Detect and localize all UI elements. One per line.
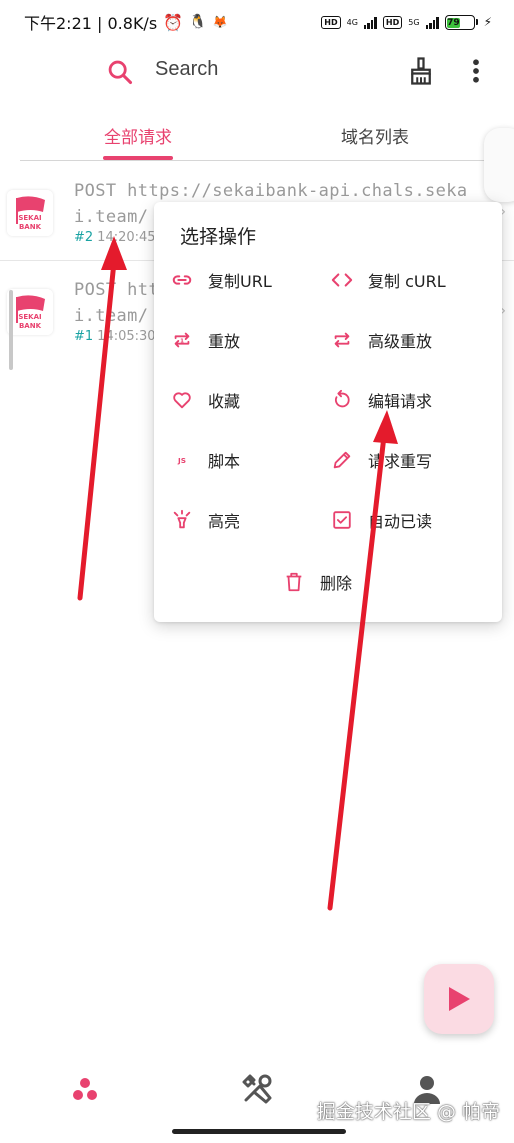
trash-icon	[282, 570, 306, 594]
search-input[interactable]: Search	[155, 58, 218, 81]
hd-badge: HD	[321, 15, 341, 29]
search-icon[interactable]	[106, 58, 134, 86]
network-type: 4G	[346, 17, 358, 27]
status-bar: 下午2:21 | 0.8K/s ⏰ 🐧 🦊 HD 4G HD 5G 79 ⚡	[0, 0, 514, 44]
pencil-icon	[330, 448, 354, 472]
battery-icon: 79	[444, 14, 478, 30]
action-label: 自动已读	[368, 512, 433, 531]
request-time: 14:20:45	[97, 230, 156, 245]
dialog-title: 选择操作	[180, 226, 257, 248]
tabs-divider	[20, 160, 500, 161]
edit-request-icon	[330, 388, 354, 412]
request-time: 14:05:30	[97, 329, 156, 344]
svg-text:BANK: BANK	[19, 322, 42, 330]
action-label: 请求重写	[368, 452, 433, 471]
status-time: 下午2:21 | 0.8K/s	[24, 14, 158, 33]
watermark: 掘金技术社区 @ 帕帝	[316, 1101, 500, 1123]
play-icon	[449, 987, 470, 1011]
request-meta: #1 14:05:30	[74, 329, 156, 344]
top-bar: Search	[0, 44, 514, 100]
js-icon: JS	[170, 448, 194, 472]
svg-text:SEKAI: SEKAI	[18, 214, 41, 222]
action-favorite[interactable]: 收藏	[170, 385, 240, 415]
nav-requests-icon[interactable]	[68, 1072, 102, 1106]
battery-level: 79	[447, 18, 460, 28]
request-number: #1	[74, 329, 94, 344]
scrollbar[interactable]	[9, 290, 13, 370]
action-label: 重放	[208, 332, 241, 351]
tab-all-requests[interactable]: 全部请求	[86, 110, 190, 160]
action-label: 高亮	[208, 512, 241, 531]
action-copy-curl[interactable]: 复制 cURL	[330, 265, 446, 295]
action-label: 脚本	[208, 452, 241, 471]
action-label: 收藏	[208, 392, 241, 411]
action-label: 编辑请求	[368, 392, 433, 411]
action-script[interactable]: JS 脚本	[170, 445, 240, 475]
status-left: 下午2:21 | 0.8K/s ⏰ 🐧 🦊	[24, 10, 227, 34]
checkbox-icon	[330, 508, 354, 532]
sekai-bank-logo: SEKAI BANK	[7, 190, 53, 236]
alarm-icon: ⏰	[163, 12, 184, 32]
action-label: 删除	[320, 574, 353, 593]
repeat-icon	[330, 328, 354, 352]
action-label: 复制 cURL	[368, 272, 446, 291]
action-auto-read[interactable]: 自动已读	[330, 505, 432, 535]
code-icon	[330, 268, 354, 292]
action-dialog: 选择操作 复制URL 复制 cURL 1 重放 高级重放 收藏 编辑请求 JS …	[154, 202, 502, 622]
nav-tools-icon[interactable]	[240, 1072, 274, 1106]
action-delete[interactable]: 删除	[282, 567, 352, 597]
start-capture-button[interactable]	[424, 964, 494, 1034]
home-indicator[interactable]	[172, 1129, 346, 1134]
action-label: 复制URL	[208, 272, 272, 291]
heart-icon	[170, 388, 194, 412]
action-label: 高级重放	[368, 332, 433, 351]
signal-icon-2	[425, 16, 439, 29]
lightbulb-icon	[170, 508, 194, 532]
action-edit-request[interactable]: 编辑请求	[330, 385, 432, 415]
link-icon	[170, 268, 194, 292]
svg-text:BANK: BANK	[19, 223, 42, 231]
tab-bar: 全部请求 域名列表	[20, 110, 514, 162]
action-replay[interactable]: 1 重放	[170, 325, 240, 355]
action-request-rewrite[interactable]: 请求重写	[330, 445, 432, 475]
action-copy-url[interactable]: 复制URL	[170, 265, 272, 295]
action-advanced-replay[interactable]: 高级重放	[330, 325, 432, 355]
qq-icon: 🐧	[189, 14, 207, 30]
tab-domain-list[interactable]: 域名列表	[320, 110, 430, 160]
action-highlight[interactable]: 高亮	[170, 505, 240, 535]
signal-icon	[363, 16, 377, 29]
svg-text:JS: JS	[177, 456, 186, 465]
network-type-2: 5G	[408, 17, 420, 27]
svg-text:1: 1	[180, 338, 184, 344]
fox-icon: 🦊	[212, 15, 228, 29]
request-meta: #2 14:20:45	[74, 230, 156, 245]
charging-icon: ⚡	[483, 15, 492, 29]
hd-badge-2: HD	[382, 15, 403, 29]
replay-icon: 1	[170, 328, 194, 352]
sekai-bank-logo: SEKAI BANK	[7, 289, 53, 335]
request-number: #2	[74, 230, 94, 245]
status-right: HD 4G HD 5G 79 ⚡	[321, 14, 492, 30]
broom-icon[interactable]	[406, 56, 436, 86]
svg-text:SEKAI: SEKAI	[18, 313, 41, 321]
more-vert-icon[interactable]	[466, 56, 486, 86]
